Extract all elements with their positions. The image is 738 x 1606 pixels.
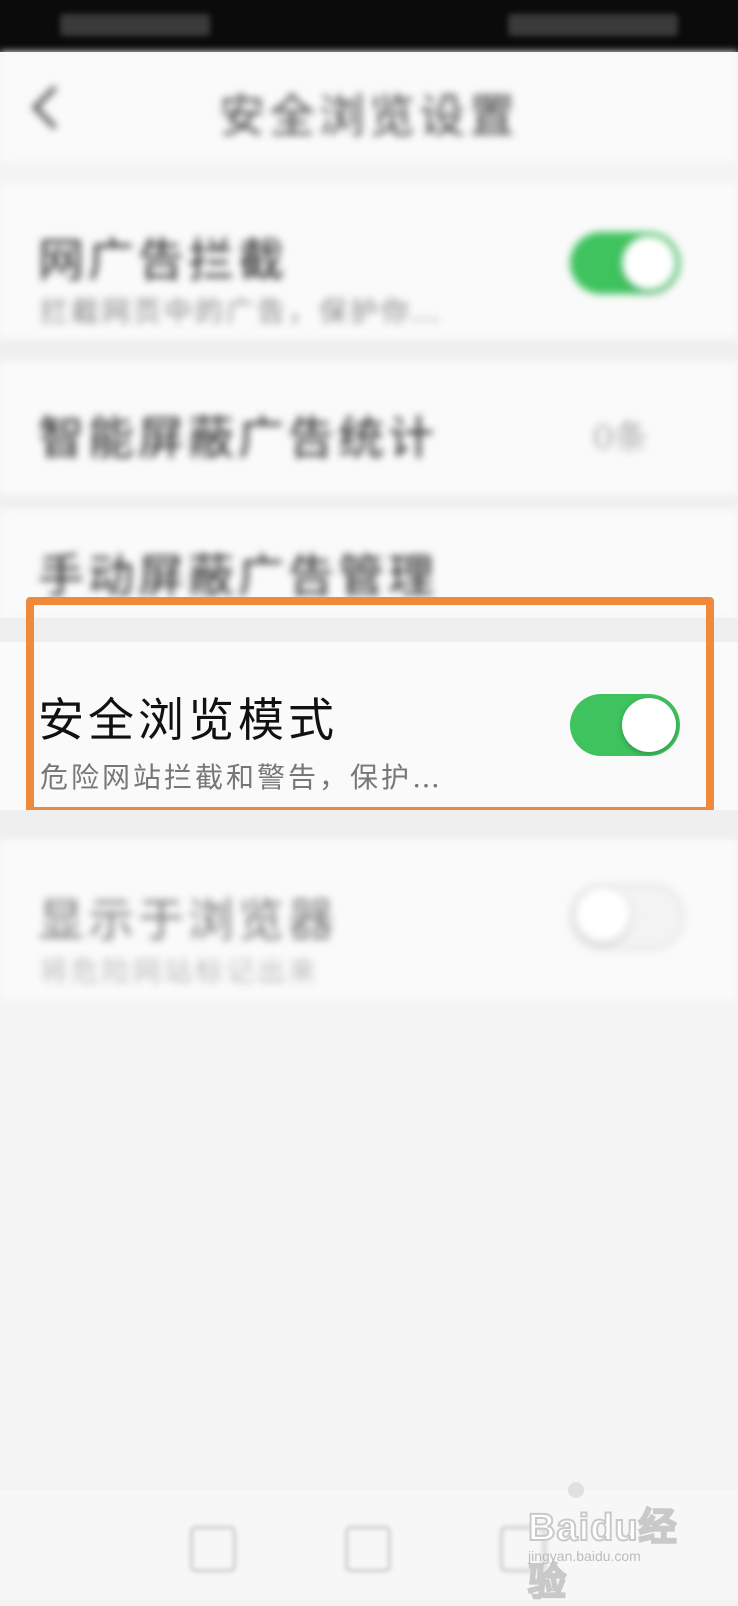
toggle-knob	[622, 236, 676, 290]
baidu-watermark: Baidu经验 jingyan.baidu.com	[527, 1482, 708, 1605]
smart-block-title: 智能屏蔽广告统计	[38, 411, 438, 465]
ad-block-title: 网广告拦截	[38, 233, 288, 287]
highlight-box	[26, 597, 714, 815]
page-title: 安全浏览设置	[219, 89, 519, 143]
ad-block-subtitle: 拦截网页中的广告，保护你…	[40, 295, 444, 328]
watermark-url: jingyan.baidu.com	[528, 1548, 641, 1564]
obscured-title: 显示于浏览器	[38, 893, 338, 947]
obscured-subtitle: 将危险网站标记出来	[40, 955, 320, 988]
status-left	[60, 14, 210, 36]
setting-row-ad-block[interactable]: 网广告拦截 拦截网页中的广告，保护你…	[0, 184, 738, 340]
divider	[0, 496, 738, 510]
divider	[0, 810, 738, 840]
obscured-toggle[interactable]	[570, 884, 684, 950]
nav-home-icon[interactable]	[345, 1526, 391, 1572]
setting-row-smart-block[interactable]: 智能屏蔽广告统计 0条	[0, 362, 738, 496]
divider	[0, 340, 738, 362]
smart-block-count: 0条	[592, 418, 648, 458]
status-right	[508, 14, 678, 36]
setting-row-obscured[interactable]: 显示于浏览器 将危险网站标记出来	[0, 840, 738, 1000]
toggle-knob	[576, 888, 630, 942]
status-bar	[0, 0, 738, 52]
top-app-bar: 安全浏览设置	[0, 52, 738, 162]
ad-block-toggle[interactable]	[570, 232, 680, 294]
nav-back-icon[interactable]	[190, 1526, 236, 1572]
